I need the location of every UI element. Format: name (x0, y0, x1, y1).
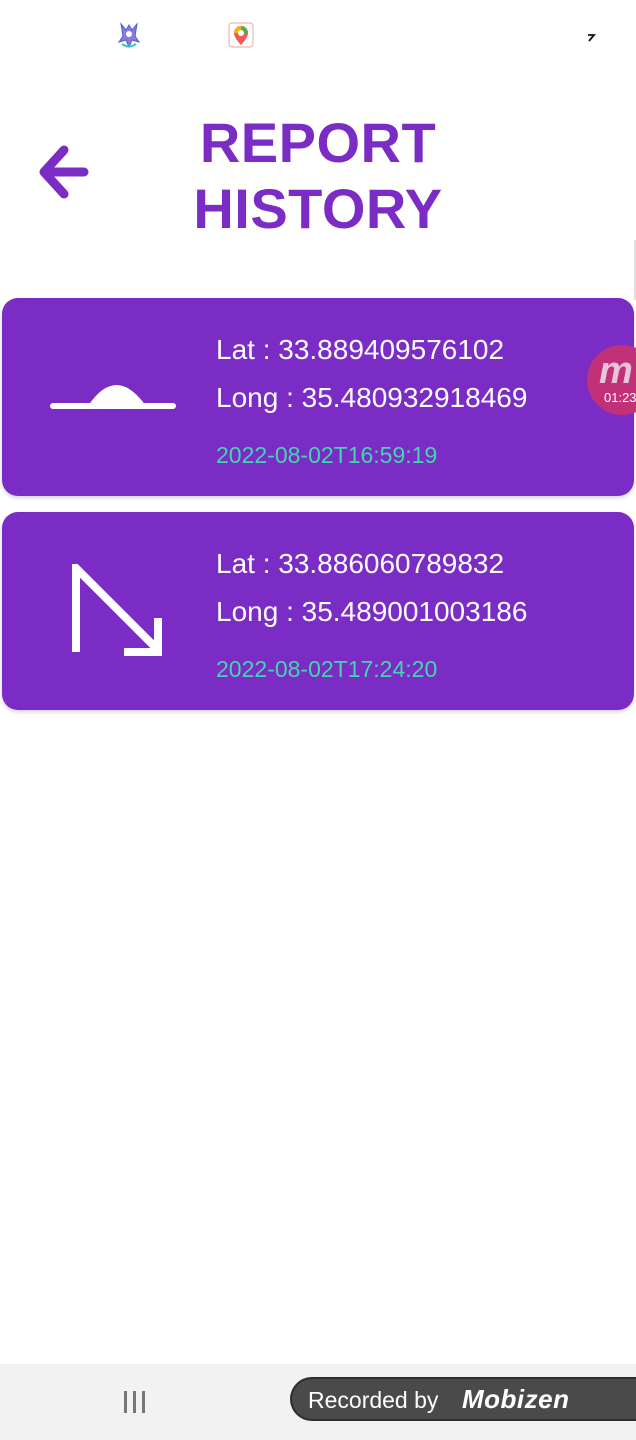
status-bar (0, 0, 636, 72)
map-pin-icon (228, 22, 254, 48)
report-card[interactable]: Lat : 33.889409576102 Long : 35.48093291… (2, 298, 634, 496)
report-timestamp: 2022-08-02T16:59:19 (216, 442, 438, 468)
recorder-timer: 01:23 (604, 390, 636, 405)
report-card[interactable]: Lat : 33.886060789832 Long : 35.48900100… (2, 512, 634, 710)
speed-bump-icon (50, 385, 176, 409)
report-timestamp: 2022-08-02T17:24:20 (216, 656, 438, 682)
report-longitude: Long : 35.480932918469 (216, 382, 528, 413)
recorder-logo-letter: m (599, 350, 633, 392)
back-arrow-button[interactable] (36, 144, 94, 200)
page-title: REPORT HISTORY (118, 110, 518, 242)
report-latitude: Lat : 33.886060789832 (216, 548, 505, 579)
report-latitude: Lat : 33.889409576102 (216, 334, 505, 365)
page-title-line-2: HISTORY (193, 177, 443, 240)
recorder-watermark-text: Recorded by (308, 1387, 439, 1413)
signal-icon (588, 34, 596, 42)
recorder-watermark-logo: Mobizen (462, 1384, 570, 1414)
arrow-down-right-icon (72, 564, 162, 656)
page-title-line-1: REPORT (199, 111, 437, 174)
recorder-watermark: Recorded by Mobizen (290, 1377, 636, 1421)
recents-icon[interactable] (118, 1389, 152, 1417)
report-longitude: Long : 35.489001003186 (216, 596, 528, 627)
app-icon (117, 22, 141, 49)
